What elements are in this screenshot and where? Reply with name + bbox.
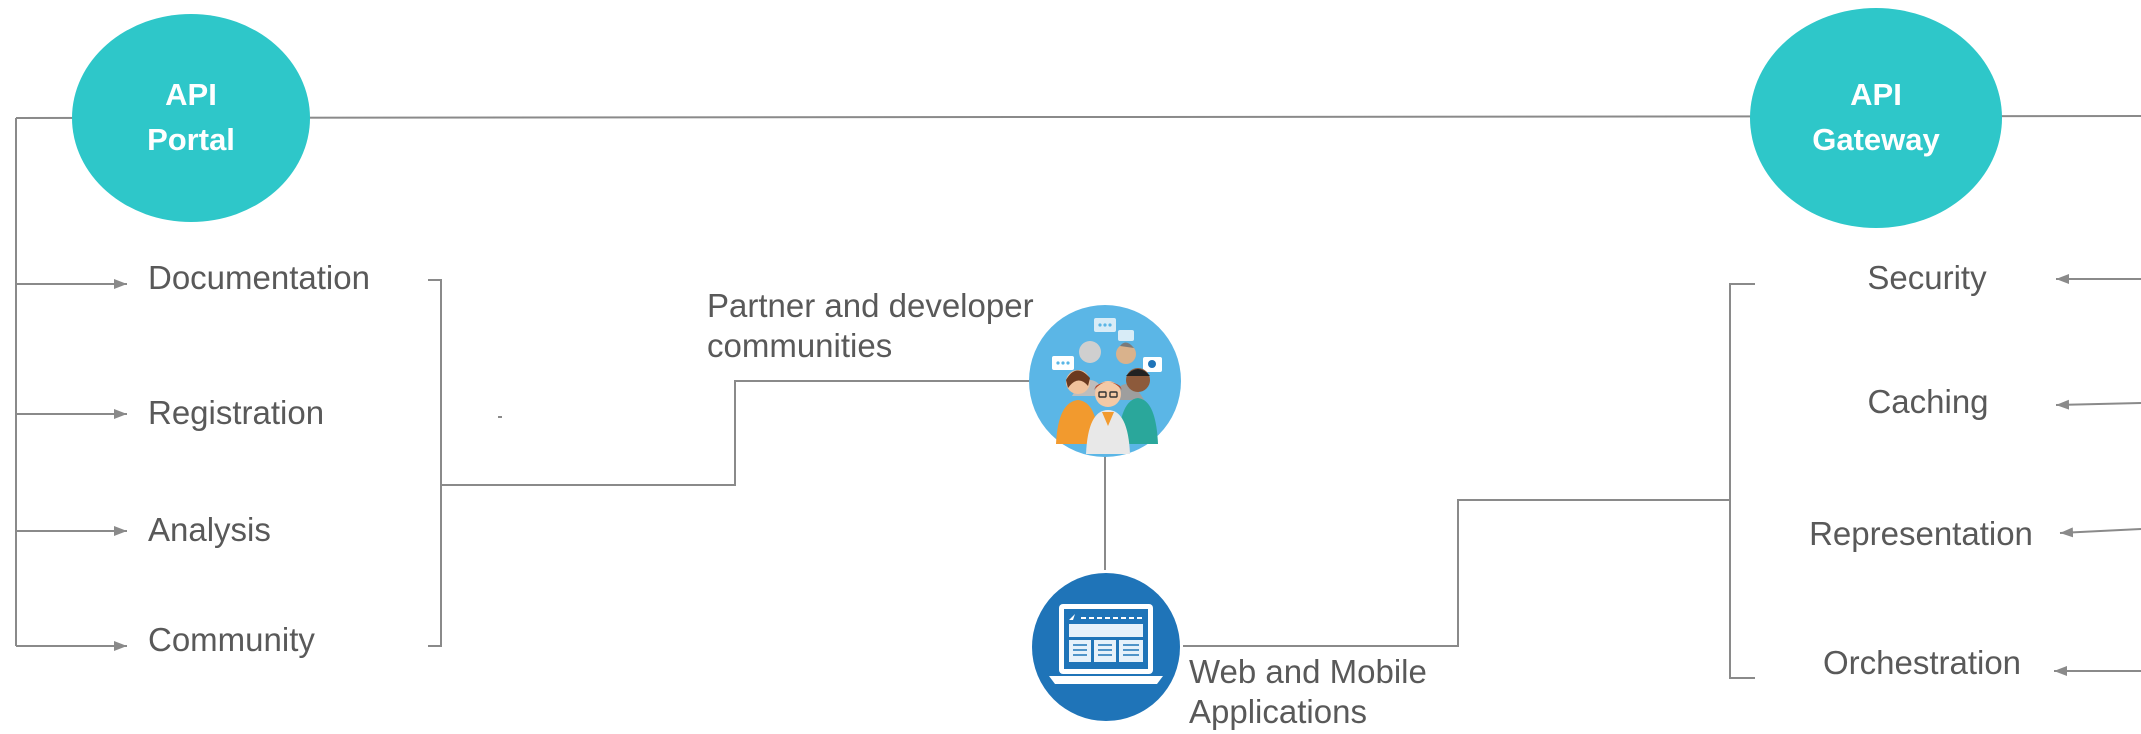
api-portal-node: API Portal: [72, 14, 310, 222]
gateway-item-orchestration: Orchestration: [1822, 644, 2022, 681]
communities-label-line1: Partner and developer: [707, 287, 1034, 324]
portal-item-analysis: Analysis: [148, 511, 271, 548]
laptop-app-icon: [1032, 573, 1180, 721]
api-gateway-title-line1: API: [1850, 77, 1902, 113]
portal-brace: [428, 279, 442, 647]
api-gateway-node: API Gateway: [1750, 8, 2002, 228]
gateway-item-representation: Representation: [1809, 515, 2033, 552]
apps-label-line2: Applications: [1189, 692, 1367, 730]
apps-label: Web and Mobile Applications: [1189, 652, 1427, 731]
gateway-item-security: Security: [1867, 259, 1987, 296]
portal-item-registration: Registration: [148, 394, 325, 431]
portal-item-community: Community: [148, 621, 315, 658]
api-portal-title-line1: API: [165, 77, 217, 113]
communities-label: Partner and developer communities: [707, 286, 1034, 365]
portal-item-documentation: Documentation: [148, 259, 370, 296]
gateway-brace: [1729, 283, 1755, 679]
api-portal-title-line2: Portal: [147, 122, 235, 157]
api-gateway-title-line2: Gateway: [1812, 122, 1940, 157]
gateway-arrow-caching: [2055, 399, 2141, 410]
stray-mark: [498, 416, 502, 418]
apps-to-gateway: [1183, 499, 1731, 647]
communities-label-line2: communities: [707, 326, 893, 364]
gateway-item-caching: Caching: [1867, 383, 1989, 420]
portal-to-communities: [441, 380, 1030, 486]
people-group-icon: [1029, 305, 1181, 457]
gateway-arrow-representation: [2059, 527, 2141, 538]
apps-label-line1: Web and Mobile: [1189, 653, 1427, 690]
